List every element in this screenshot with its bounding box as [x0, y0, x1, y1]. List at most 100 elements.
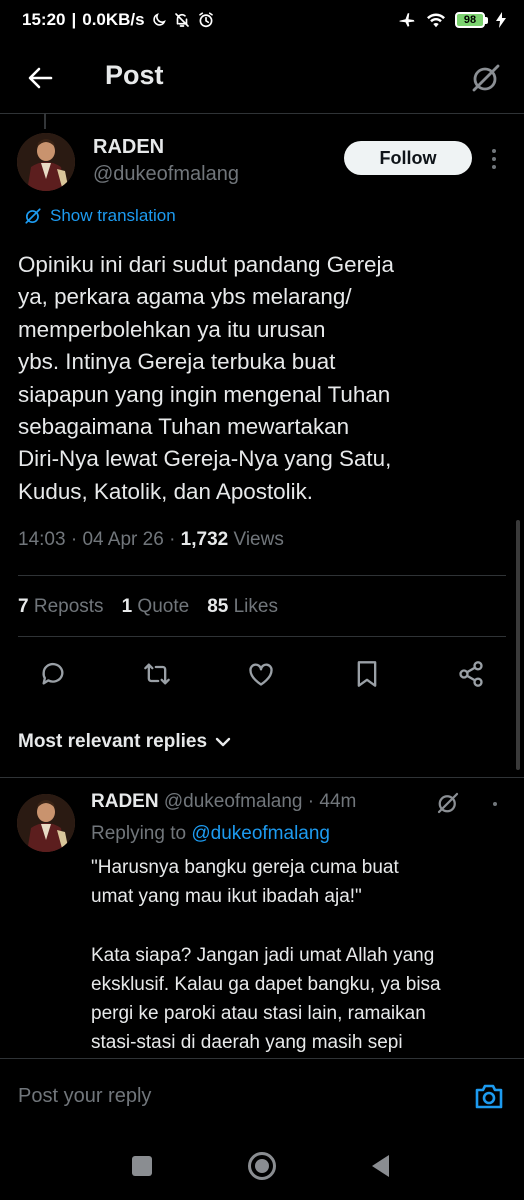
arrow-left-icon: [28, 67, 53, 89]
notification-off-icon: [174, 13, 189, 27]
post-text-line: memperbolehkan ya itu urusan: [18, 316, 326, 342]
post-text: Opiniku ini dari sudut pandang Gereja ya…: [18, 249, 508, 508]
reply-author-avatar[interactable]: [17, 794, 75, 852]
avatar-image: [17, 133, 75, 191]
like-button[interactable]: [243, 656, 279, 692]
post-time: 14:03: [18, 529, 66, 550]
reposts-count: 7: [18, 596, 29, 617]
replies-divider: [0, 777, 524, 778]
header: Post: [0, 48, 524, 110]
reply-text-line: "Harusnya bangku gereja cuma buat: [91, 857, 399, 878]
reply-text-line: [91, 911, 511, 940]
show-translation-link[interactable]: Show translation: [24, 206, 176, 226]
post-date: 04 Apr 26: [82, 529, 164, 550]
scrollbar[interactable]: [516, 520, 520, 770]
more-options-button[interactable]: [482, 144, 506, 174]
post-stats: 7 Reposts 1 Quote 85 Likes: [18, 596, 278, 618]
post-text-line: sebagaimana Tuhan mewartakan: [18, 414, 350, 440]
more-vertical-icon: [493, 802, 497, 806]
thread-connector-line: [44, 113, 46, 129]
recent-apps-button[interactable]: [132, 1156, 152, 1176]
quotes-label: Quote: [137, 596, 190, 617]
more-vertical-icon: [492, 149, 496, 153]
quotes-count: 1: [121, 596, 133, 617]
post-text-line: Opiniku ini dari sudut pandang Gereja: [18, 252, 394, 277]
post-text-line: Kudus, Katolik, dan Apostolik.: [18, 478, 313, 504]
author-handle[interactable]: @dukeofmalang: [93, 163, 239, 186]
chevron-down-icon: [215, 737, 231, 747]
views-count: 1,732: [180, 529, 229, 550]
stats-divider: [18, 636, 506, 637]
replies-sort-dropdown[interactable]: Most relevant replies: [18, 731, 231, 753]
quotes-stat[interactable]: 1 Quote: [122, 596, 190, 618]
author-name[interactable]: RADEN: [93, 136, 164, 159]
grok-icon: [437, 792, 459, 814]
reposts-label: Reposts: [33, 596, 104, 617]
status-time: 15:20: [22, 10, 66, 29]
reply-header: RADEN @dukeofmalang · 44m: [91, 791, 357, 812]
charging-icon: [496, 12, 506, 28]
reply-age: 44m: [319, 791, 357, 812]
airplane-icon: [399, 13, 415, 27]
reply-text-line: pergi ke paroki atau stasi lain, ramaika…: [91, 1003, 426, 1024]
status-left: 15:20 | 0.0KB/s: [22, 10, 215, 30]
reply-text-line: umat yang mau ikut ibadah aja!": [91, 886, 362, 908]
likes-label: Likes: [233, 596, 278, 617]
triangle-back-icon: [372, 1155, 389, 1177]
wifi-icon: [427, 13, 445, 28]
system-nav-bar: [0, 1140, 524, 1200]
follow-button[interactable]: Follow: [344, 141, 472, 175]
post-text-line: siapapun yang ingin mengenal Tuhan: [18, 381, 391, 407]
reply-text: "Harusnya bangku gereja cuma buat umat y…: [91, 853, 511, 1057]
heart-icon: [249, 663, 273, 686]
reply-author-handle[interactable]: @dukeofmalang: [164, 791, 303, 812]
likes-stat[interactable]: 85 Likes: [207, 596, 278, 618]
post-text-line: ya, perkara agama ybs melarang/: [18, 284, 352, 310]
reply-text-line: stasi-stasi di daerah yang masih sepi: [91, 1032, 403, 1054]
camera-icon: [475, 1084, 503, 1109]
status-bar: 15:20 | 0.0KB/s 98: [0, 0, 524, 40]
replying-to-label: Replying to: [91, 823, 187, 844]
repost-button[interactable]: [139, 656, 175, 692]
reply-icon: [42, 662, 64, 685]
share-icon: [459, 661, 483, 687]
battery-icon: 98: [455, 12, 488, 28]
post-text-line: ybs. Intinya Gereja terbuka buat: [18, 349, 336, 375]
reply-input[interactable]: Post your reply: [18, 1085, 151, 1108]
post-actions: [0, 656, 524, 692]
avatar-image: [17, 794, 75, 852]
bookmark-button[interactable]: [349, 656, 385, 692]
grok-small-icon: [25, 208, 41, 224]
post-text-line: Diri-Nya lewat Gereja-Nya yang Satu,: [18, 446, 392, 472]
grok-button[interactable]: [468, 60, 504, 96]
page-title: Post: [105, 60, 164, 90]
reply-text-line: eksklusif. Kalau ga dapet bangku, ya bis…: [91, 973, 441, 995]
reply-grok-button[interactable]: [436, 791, 460, 815]
meta-divider: [18, 575, 506, 576]
status-right: 98: [397, 11, 506, 29]
replies-sort-label: Most relevant replies: [18, 731, 208, 752]
grok-icon: [472, 64, 500, 92]
system-back-button[interactable]: [369, 1152, 393, 1180]
replying-to-mention[interactable]: @dukeofmalang: [191, 823, 330, 844]
header-divider: [0, 113, 524, 114]
battery-level: 98: [455, 12, 485, 28]
back-button[interactable]: [22, 62, 58, 94]
reply-author-name[interactable]: RADEN: [91, 791, 159, 812]
post-meta: 14:03 · 04 Apr 26 · 1,732 Views: [18, 529, 284, 550]
bookmark-icon: [357, 661, 377, 687]
repost-icon: [144, 663, 170, 685]
camera-button[interactable]: [473, 1081, 505, 1111]
show-translation-label: Show translation: [50, 206, 176, 225]
reply-composer: Post your reply: [0, 1058, 524, 1140]
reply-text-line: Kata siapa? Jangan jadi umat Allah yang: [91, 944, 435, 966]
replying-to: Replying to @dukeofmalang: [91, 823, 330, 845]
author-avatar[interactable]: [17, 133, 75, 191]
share-button[interactable]: [453, 656, 489, 692]
alarm-icon: [198, 12, 213, 28]
moon-icon: [152, 13, 166, 26]
reposts-stat[interactable]: 7 Reposts: [18, 596, 104, 618]
reply-button[interactable]: [35, 656, 71, 692]
home-button[interactable]: [247, 1151, 277, 1181]
reply-more-options-button[interactable]: [484, 794, 506, 814]
